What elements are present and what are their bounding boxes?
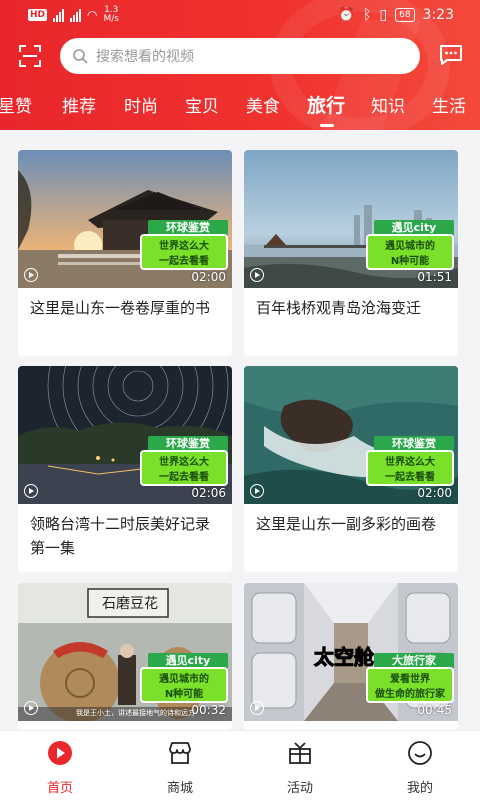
video-duration: 00:32 xyxy=(191,703,226,717)
smiley-icon xyxy=(408,741,432,765)
gift-icon xyxy=(289,742,311,764)
video-duration: 02:00 xyxy=(417,486,452,500)
video-thumbnail: 环球鉴赏 世界这么大 一起去看看 02:00 xyxy=(244,366,458,504)
search-bar[interactable]: 搜索想看的视频 xyxy=(60,38,420,74)
tab-baby[interactable]: 宝贝 xyxy=(185,92,219,117)
nav-activity-label: 活动 xyxy=(286,781,313,796)
tab-xingzan[interactable]: 星赞 xyxy=(0,92,32,117)
tab-recommend[interactable]: 推荐 xyxy=(62,92,96,117)
play-icon xyxy=(250,268,264,282)
play-icon xyxy=(24,701,38,715)
play-icon xyxy=(250,701,264,715)
status-bar: HD ◠ 1.3 M/s ⏰ ᛒ ▯ 68 3:23 xyxy=(0,0,480,32)
video-card[interactable]: 环球鉴赏 世界这么大 一起去看看 02:06 领略台湾十二时辰美好记录第一集 xyxy=(18,366,232,572)
shop-icon xyxy=(169,742,191,764)
promo-badge: 环球鉴赏 世界这么大 一起去看看 xyxy=(140,220,228,272)
video-card[interactable]: 石磨豆花 我是王小土，讲述最接地气的诗和远方 遇见city 遇见城市的 N种可能 … xyxy=(18,583,232,730)
video-card[interactable]: 遇见city 遇见城市的 N种可能 01:51 百年栈桥观青岛沧海变迁 xyxy=(244,150,458,356)
video-duration: 02:00 xyxy=(191,270,226,284)
promo-badge: 大旅行家 爱看世界 做生命的旅行家 xyxy=(366,653,454,705)
video-title: 领略台湾十二时辰美好记录第一集 xyxy=(30,515,211,557)
video-title: 百年栈桥观青岛沧海变迁 xyxy=(256,299,422,317)
active-tab-indicator xyxy=(320,124,334,127)
video-title: 这里是山东一卷卷厚重的书 xyxy=(30,299,211,317)
play-icon xyxy=(24,268,38,282)
tab-life[interactable]: 生活 xyxy=(432,92,466,117)
video-thumbnail: 环球鉴赏 世界这么大 一起去看看 02:00 xyxy=(18,150,232,288)
video-card[interactable]: 太空舱 大旅行家 爱看世界 做生命的旅行家 00:45 xyxy=(244,583,458,730)
nav-home-label: 首页 xyxy=(46,781,73,796)
promo-badge: 环球鉴赏 世界这么大 一起去看看 xyxy=(140,436,228,488)
tab-food[interactable]: 美食 xyxy=(246,92,280,117)
video-title: 这里是山东一副多彩的画卷 xyxy=(256,515,437,533)
scan-icon[interactable] xyxy=(18,44,42,68)
play-icon xyxy=(24,484,38,498)
signal-icon xyxy=(53,8,65,22)
video-thumbnail: 遇见city 遇见城市的 N种可能 01:51 xyxy=(244,150,458,288)
video-card[interactable]: 环球鉴赏 世界这么大 一起去看看 02:00 这里是山东一卷卷厚重的书 xyxy=(18,150,232,356)
promo-badge: 遇见city 遇见城市的 N种可能 xyxy=(366,220,454,272)
search-icon xyxy=(73,49,88,64)
nav-shop[interactable]: 商城 xyxy=(140,739,220,796)
signal-icon-2 xyxy=(70,8,82,22)
sign-text: 石磨豆花 xyxy=(102,596,158,612)
video-duration: 00:45 xyxy=(417,703,452,717)
video-duration: 01:51 xyxy=(417,270,452,284)
nav-activity[interactable]: 活动 xyxy=(260,739,340,796)
tab-travel[interactable]: 旅行 xyxy=(307,91,345,118)
promo-badge: 遇见city 遇见城市的 N种可能 xyxy=(140,653,228,705)
video-thumbnail: 太空舱 大旅行家 爱看世界 做生命的旅行家 00:45 xyxy=(244,583,458,721)
header: HD ◠ 1.3 M/s ⏰ ᛒ ▯ 68 3:23 搜索想看的视频 星赞 推荐… xyxy=(0,0,480,130)
nav-home[interactable]: 首页 xyxy=(20,739,100,796)
video-duration: 02:06 xyxy=(191,486,226,500)
nav-shop-label: 商城 xyxy=(166,781,193,796)
nav-profile[interactable]: 我的 xyxy=(380,739,460,796)
search-placeholder: 搜索想看的视频 xyxy=(96,49,194,65)
tab-knowledge[interactable]: 知识 xyxy=(371,92,405,117)
video-subtitle: 我是王小土，讲述最接地气的诗和远方 xyxy=(76,709,195,717)
clock: 3:23 xyxy=(422,7,454,23)
home-play-icon xyxy=(48,741,72,765)
message-icon[interactable] xyxy=(438,42,464,68)
nav-profile-label: 我的 xyxy=(406,781,433,796)
video-overlay-caption: 太空舱 xyxy=(314,645,375,670)
wifi-icon: ◠ xyxy=(87,8,98,22)
category-tabs: 星赞 推荐 时尚 宝贝 美食 旅行 知识 生活 xyxy=(0,88,480,128)
video-thumbnail: 石磨豆花 我是王小土，讲述最接地气的诗和远方 遇见city 遇见城市的 N种可能 … xyxy=(18,583,232,721)
video-thumbnail: 环球鉴赏 世界这么大 一起去看看 02:06 xyxy=(18,366,232,504)
bluetooth-icon: ᛒ xyxy=(362,7,372,23)
hd-indicator-icon: HD xyxy=(28,9,48,21)
promo-badge: 环球鉴赏 世界这么大 一起去看看 xyxy=(366,436,454,488)
video-card[interactable]: 环球鉴赏 世界这么大 一起去看看 02:00 这里是山东一副多彩的画卷 xyxy=(244,366,458,572)
vibrate-icon: ▯ xyxy=(379,7,388,23)
battery-icon: 68 xyxy=(395,8,415,22)
play-icon xyxy=(250,484,264,498)
bottom-navigation: 首页 商城 活动 我的 xyxy=(0,730,480,800)
alarm-icon: ⏰ xyxy=(337,7,355,23)
network-speed: 1.3 M/s xyxy=(103,5,120,24)
tab-fashion[interactable]: 时尚 xyxy=(124,92,158,117)
